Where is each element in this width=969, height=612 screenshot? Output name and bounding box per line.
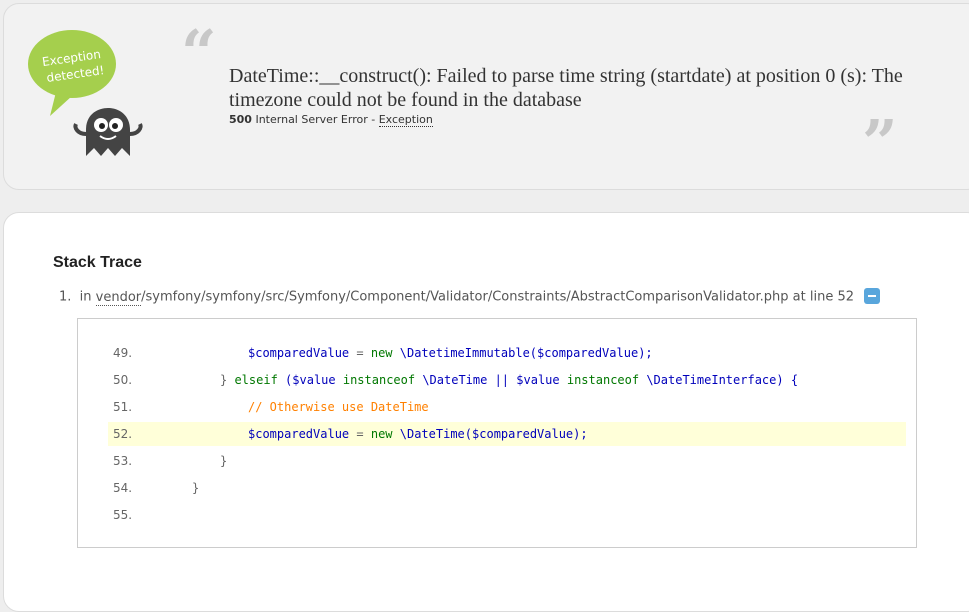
line-number: 54. xyxy=(113,481,133,495)
open-quote-icon: “ xyxy=(181,16,217,89)
stack-trace-title: Stack Trace xyxy=(53,254,142,271)
line-number: 51. xyxy=(113,400,133,414)
code-line: 54. } xyxy=(108,476,906,500)
trace-item: 1. in vendor/symfony/symfony/src/Symfony… xyxy=(59,288,881,306)
line-number: 50. xyxy=(113,373,133,387)
line-number: 53. xyxy=(113,454,133,468)
trace-item-line: at line 52 xyxy=(788,289,854,305)
exception-message: DateTime::__construct(): Failed to parse… xyxy=(229,65,903,111)
status-code: 500 xyxy=(229,113,252,126)
code-line: 53. } xyxy=(108,449,906,473)
code-line: 50. } elseif ($value instanceof \DateTim… xyxy=(108,368,906,392)
code-text: // Otherwise use DateTime xyxy=(248,400,429,414)
exception-ghost-logo: Exception detected! xyxy=(28,30,143,156)
collapse-toggle-icon[interactable] xyxy=(864,288,881,304)
code-text: $comparedValue = new \DatetimeImmutable(… xyxy=(248,346,653,360)
status-line: 500 Internal Server Error - Exception xyxy=(229,113,433,127)
close-quote-icon: ” xyxy=(862,106,898,179)
line-number: 55. xyxy=(113,508,133,522)
line-number: 52. xyxy=(113,427,133,441)
trace-vendor-link[interactable]: vendor xyxy=(95,289,142,306)
code-line: 49. $comparedValue = new \DatetimeImmuta… xyxy=(108,341,906,365)
code-text: } xyxy=(220,454,228,468)
code-line: 51. // Otherwise use DateTime xyxy=(108,395,906,419)
trace-item-prefix: in xyxy=(79,289,96,305)
status-text: Internal Server Error - xyxy=(255,113,379,126)
code-text: $comparedValue = new \DateTime($compared… xyxy=(248,427,588,441)
code-text: } elseif ($value instanceof \DateTime ||… xyxy=(220,373,799,387)
code-text: } xyxy=(192,481,200,495)
exception-class-link[interactable]: Exception xyxy=(378,113,433,127)
trace-item-number: 1. xyxy=(59,289,72,305)
code-snippet: 49. $comparedValue = new \DatetimeImmuta… xyxy=(77,318,917,548)
trace-item-path: /symfony/symfony/src/Symfony/Component/V… xyxy=(141,289,789,305)
code-line: 55. xyxy=(108,503,906,527)
code-line-highlighted: 52. $comparedValue = new \DateTime($comp… xyxy=(108,422,906,446)
line-number: 49. xyxy=(113,346,133,360)
